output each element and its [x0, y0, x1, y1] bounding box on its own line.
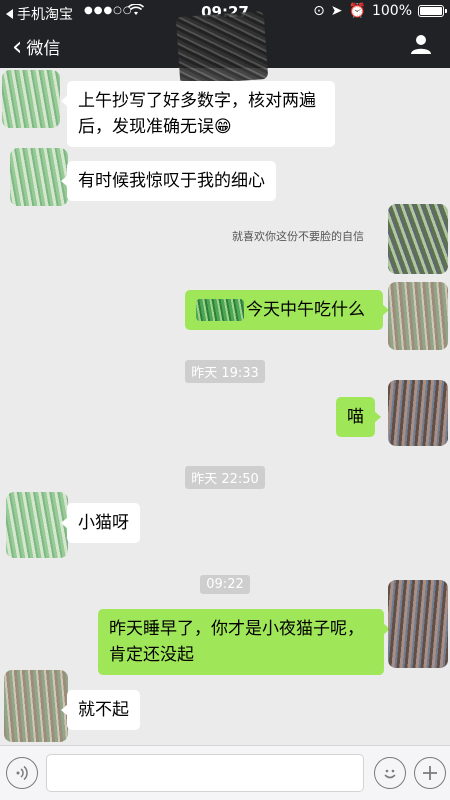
time-divider: 昨天 22:50 — [0, 466, 450, 489]
message-bubble-left[interactable]: 就不起 — [61, 690, 140, 730]
alarm-icon: ⏰ — [348, 3, 366, 19]
avatar-right[interactable] — [388, 204, 448, 274]
voice-icon — [16, 765, 28, 781]
plus-button[interactable] — [414, 757, 446, 789]
battery-percent: 100% — [371, 3, 412, 19]
top-bar: 手机淘宝 ●●●○○ 09:27 ⊙ ➤ ⏰ 100% ‹ 微信 — [0, 0, 450, 85]
location-icon: ➤ — [330, 3, 343, 19]
obscured-name — [196, 299, 244, 321]
nav-back-label: 微信 — [26, 39, 61, 59]
message-text: 小猫呀 — [78, 513, 129, 533]
input-bar — [0, 745, 450, 800]
message-bubble-left[interactable]: 有时候我惊叹于我的细心 — [61, 161, 276, 201]
rotation-lock-icon: ⊙ — [313, 3, 325, 19]
nav-back-button[interactable]: ‹ 微信 — [12, 31, 61, 62]
message-bubble-left[interactable]: 上午抄写了好多数字，核对两遍 后，发现准确无误😁 — [61, 81, 335, 147]
message-text: 今天中午吃什么 — [246, 300, 365, 320]
battery-icon — [418, 5, 447, 17]
message-bubble-left[interactable]: 小猫呀 — [61, 503, 140, 543]
emoji-button[interactable] — [374, 757, 406, 789]
message-bubble-right[interactable]: 喵 — [336, 397, 381, 437]
quoted-note: 就喜欢你这份不要脸的自信 — [232, 230, 364, 243]
message-bubble-right[interactable]: 昨天睡早了，你才是小夜猫子呢， 肯定还没起 — [98, 609, 390, 675]
status-right: ⊙ ➤ ⏰ 100% — [313, 3, 447, 19]
avatar-right[interactable] — [388, 282, 448, 350]
voice-button[interactable] — [6, 757, 38, 789]
message-text: 喵 — [347, 407, 364, 427]
message-text: 有时候我惊叹于我的细心 — [78, 171, 265, 191]
message-text: 就不起 — [78, 700, 129, 720]
avatar-right[interactable] — [388, 580, 448, 668]
time-divider: 昨天 19:33 — [0, 360, 450, 383]
chat-info-person-icon[interactable] — [410, 34, 432, 54]
avatar-left[interactable] — [4, 670, 68, 742]
chevron-left-icon: ‹ — [12, 31, 23, 62]
message-text: 肯定还没起 — [109, 645, 194, 665]
emoji-icon — [384, 769, 396, 779]
avatar-right[interactable] — [388, 380, 448, 446]
avatar-left[interactable] — [2, 70, 60, 128]
time-divider: 09:22 — [0, 573, 450, 594]
obscured-contact-name — [175, 11, 269, 85]
message-text: 昨天睡早了，你才是小夜猫子呢， — [109, 619, 364, 639]
message-input[interactable] — [46, 754, 364, 792]
avatar-left[interactable] — [10, 148, 68, 206]
message-text: 后，发现准确无误😁 — [78, 117, 232, 137]
message-text: 上午抄写了好多数字，核对两遍 — [78, 91, 316, 111]
message-bubble-right[interactable]: 今天中午吃什么 — [185, 290, 389, 330]
avatar-left[interactable] — [6, 492, 68, 558]
plus-icon — [423, 766, 437, 780]
